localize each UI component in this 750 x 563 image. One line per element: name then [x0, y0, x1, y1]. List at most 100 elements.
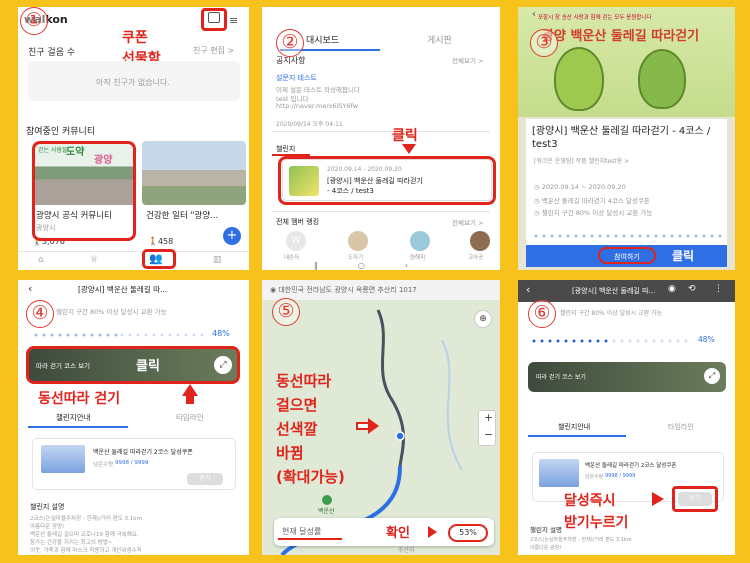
trophy-icon[interactable]: ♕	[90, 255, 98, 265]
friends-edit-link[interactable]: 친구 편집 >	[193, 45, 234, 56]
community-card-1-highlight	[32, 141, 136, 241]
mascot-right	[638, 49, 686, 109]
community-card-2-photo	[142, 141, 246, 205]
ranking-title: 전체 멤버 랭킹	[276, 218, 320, 226]
step-number-5: ⑤	[272, 298, 300, 326]
challenge-detail-title: [광양시] 백운산 둘레길 따라걷기 - 4코스 / test3	[532, 126, 711, 150]
ranking-avatar-4[interactable]	[470, 231, 490, 251]
map-icon[interactable]: ▥	[213, 255, 222, 265]
gift-box-highlight	[201, 8, 227, 31]
view-icon[interactable]: ◉	[668, 284, 676, 294]
coupon-remain-label: 남은수량	[93, 462, 114, 468]
add-fab-button[interactable]: +	[223, 227, 241, 245]
description-line-2: 아름다운 광양!	[30, 524, 65, 530]
calendar-icon: ◷	[534, 183, 542, 191]
annotation-arrow-right-head	[368, 418, 379, 434]
ranking-avatar-1[interactable]: W	[286, 231, 306, 251]
description-line-4: 참가는 건강을 지키는 최고의 방법~	[30, 540, 113, 546]
community-title: 참여중인 커뮤니티	[26, 127, 96, 137]
join-button[interactable]: 참여하기	[598, 247, 656, 264]
notice-view-all[interactable]: 전체보기 >	[452, 55, 483, 65]
map-button-label: 따라 걷기 코스 보기	[536, 374, 586, 381]
annotation-line-2: 받기누르기	[564, 515, 629, 531]
tab-timeline[interactable]: 타임라인	[668, 422, 694, 432]
ranking-avatar-2[interactable]	[348, 231, 368, 251]
notice-divider	[272, 131, 490, 132]
walker-icon: 🚶	[148, 237, 158, 246]
share-icon[interactable]: ⟲	[688, 284, 696, 294]
challenge-date-range: ◷ 2020.09.14 ~ 2020.09.20	[534, 183, 626, 191]
status-label: 현재 달성률	[282, 527, 322, 536]
home-icon[interactable]: ⌂	[38, 255, 44, 265]
tab-dashboard[interactable]: 대시보드	[306, 33, 339, 46]
challenge-reward: ◷ 백운산 둘레길 따라걷기 4코스 달성쿠폰	[534, 195, 650, 205]
coupon-remain: 9998 / 9999	[605, 473, 636, 479]
friends-empty-text: 아직 친구가 없습니다.	[96, 78, 170, 87]
coupon-image	[41, 445, 85, 473]
tab-challenge-info[interactable]: 챌린지안내	[56, 412, 91, 423]
android-nav: ‖○‹	[313, 261, 449, 270]
panel-1-home: walkon ≡ 쿠폰 선물함 친구 걸음 수 친구 편집 > 아직 친구가 없…	[18, 7, 249, 270]
description-line-1: 2코스(논실마을주차장 - 한재)/거리 편도 3.1km	[530, 537, 632, 543]
zoom-in-button[interactable]: +	[484, 411, 493, 424]
back-arrow-icon[interactable]: ‹	[532, 9, 536, 20]
tab-timeline[interactable]: 타임라인	[176, 412, 204, 423]
more-icon[interactable]: ⋮	[714, 284, 723, 294]
coupon-remain: 9998 / 9999	[115, 460, 149, 466]
description-line-1: 2코스(논실마을주차장 - 한재)/거리 편도 3.1km	[30, 516, 142, 522]
annotation-line-1: 동선따라	[276, 372, 332, 390]
coupon-title: 백운산 둘레길 따라걷기 2코스 달성쿠폰	[93, 449, 193, 456]
tab-info-underline	[28, 426, 128, 428]
annotation-line-2: 걸으면	[276, 396, 318, 414]
notice-date: 2020/09/14 오후 04:11	[276, 121, 343, 128]
banner-title: 광양 백운산 둘레길 따라걷기	[542, 29, 700, 44]
challenge-progress-dots	[532, 233, 722, 239]
mascot-left	[554, 47, 604, 111]
road-label: 추산리	[398, 547, 415, 554]
status-percent: 53%	[448, 524, 488, 542]
progress-dots-done	[32, 332, 118, 338]
panel-5-route-map: ◉ 대한민국 전라남도 광양시 옥룡면 추산리 1017 ⊕ + − 동선따라 …	[262, 280, 500, 555]
tab-challenge-info[interactable]: 챌린지안내	[558, 422, 590, 432]
ranking-divider	[272, 211, 490, 212]
notice-link[interactable]: http://naver.me/x6lSY6fw	[276, 102, 358, 110]
annotation-coupon: 쿠폰	[122, 30, 148, 46]
place-label: 백운산	[318, 508, 335, 515]
annotation-click: 클릭	[392, 128, 418, 144]
tab-board[interactable]: 게시판	[427, 33, 452, 46]
ranking-view-all[interactable]: 전체보기 >	[452, 217, 483, 227]
annotation-line-5: (확대가능)	[276, 468, 345, 486]
step-number-2: ②	[276, 29, 304, 57]
notice-post-title[interactable]: 설문지 테스트	[276, 73, 317, 83]
place-pin-icon	[322, 495, 332, 505]
progress-dots-remaining	[610, 338, 690, 344]
map-preview[interactable]: 따라 걷기 코스 보기 ⤢	[528, 362, 726, 392]
menu-icon[interactable]: ≡	[229, 14, 238, 27]
map-preview-highlight	[26, 346, 240, 384]
zoom-out-button[interactable]: −	[484, 428, 493, 441]
challenge-header: [광양시] 백운산 둘레길 따...	[572, 287, 656, 295]
panel-2-community-dashboard: 대시보드 게시판 공지사항 전체보기 > 설문지 테스트 이제 설문 테스트 작…	[262, 7, 500, 270]
coupon-receive-button[interactable]: 받기	[187, 473, 223, 485]
coupon-remain-label: 남은수량	[585, 474, 604, 480]
banner-top-text: 포항시 장 송산 사랑과 함께 걷는 모두 응원합니다	[538, 15, 652, 21]
back-arrow-icon[interactable]: ‹	[526, 283, 530, 296]
challenge-condition: 챌린지 구간 80% 이상 달성시 교환 가능	[560, 310, 663, 317]
expand-icon[interactable]: ⤢	[704, 368, 720, 384]
progress-dots-done	[530, 338, 610, 344]
challenge-condition: ◷ 챌린지 구간 80% 이상 달성시 교환 가능	[534, 207, 652, 217]
challenge-reward-text: 백운산 둘레길 따라걷기 4코스 달성쿠폰	[541, 197, 650, 205]
river-line	[441, 339, 463, 471]
description-line-2: 아름다운 광양!	[530, 545, 562, 551]
panel-6-receive-coupon: ‹ [광양시] 백운산 둘레길 따... ◉ ⟲ ⋮ 챌린지 구간 80% 이상…	[518, 280, 735, 555]
ranking-name-2: 도자기	[348, 255, 364, 261]
challenge-host[interactable]: [워크온 운영팀] 작품 챌린지test용 >	[534, 156, 629, 165]
progress-percent: 48%	[212, 329, 230, 338]
current-position-marker	[395, 431, 405, 441]
annotation-line-3: 선색깔	[276, 420, 318, 438]
annotation-arrow-right	[652, 492, 664, 506]
recenter-button[interactable]: ⊕	[474, 310, 492, 328]
status-label-underline	[278, 538, 342, 540]
back-arrow-icon[interactable]: ‹	[28, 282, 32, 295]
ranking-avatar-3[interactable]	[410, 231, 430, 251]
